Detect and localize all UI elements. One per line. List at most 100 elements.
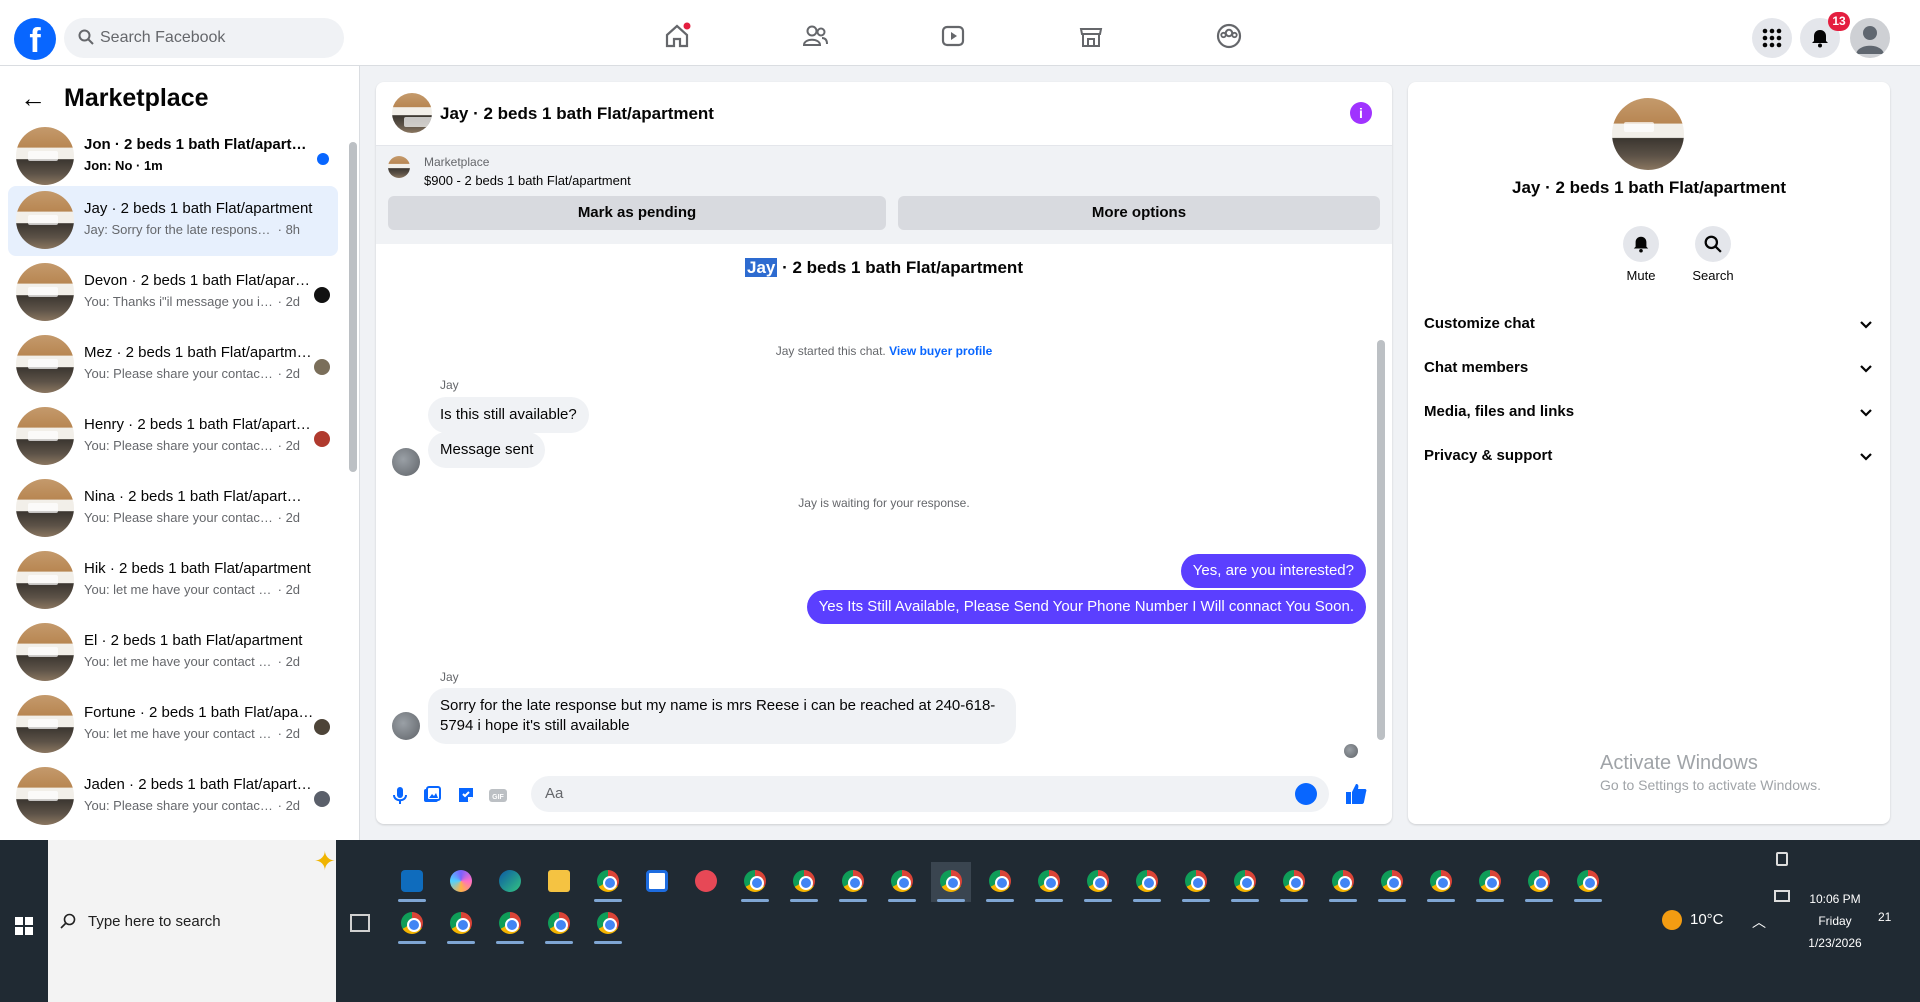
chrome-app-icon[interactable] [735, 862, 775, 902]
conversation-item[interactable]: El · 2 beds 1 bath Flat/apartment You: l… [8, 618, 338, 688]
home-icon[interactable] [663, 22, 691, 50]
chrome-app-icon[interactable] [1421, 862, 1461, 902]
notification-badge: 13 [1828, 12, 1850, 31]
conversation-preview: You: let me have your contact number · 2… [84, 654, 301, 669]
chrome-app-icon[interactable] [784, 862, 824, 902]
chrome-app-icon[interactable] [1078, 862, 1118, 902]
outgoing-message[interactable]: Yes Its Still Available, Please Send You… [806, 590, 1366, 624]
edge-app-icon[interactable] [490, 862, 530, 902]
conversation-item[interactable]: Mez · 2 beds 1 bath Flat/apartment You: … [8, 330, 338, 400]
listing-thumbnail [16, 407, 74, 465]
marketplace-icon[interactable] [1077, 22, 1105, 50]
mute-label: Mute [1626, 268, 1656, 283]
sender-avatar[interactable] [392, 712, 420, 740]
listing-thumbnail[interactable] [392, 93, 432, 133]
conversation-item[interactable]: Jon · 2 beds 1 bath Flat/apartment Jon: … [8, 122, 338, 192]
conversation-item[interactable]: Jaden · 2 beds 1 bath Flat/apartment You… [8, 762, 338, 832]
chrome-app-icon[interactable] [441, 904, 481, 944]
thumbs-up-icon[interactable] [1344, 782, 1368, 806]
chrome-app-icon[interactable] [490, 904, 530, 944]
listing-photo[interactable] [1612, 98, 1684, 170]
account-avatar[interactable] [1850, 18, 1890, 58]
message-input[interactable]: Aa [531, 776, 1329, 812]
conversation-item[interactable]: Henry · 2 beds 1 bath Flat/apartment You… [8, 402, 338, 472]
gif-icon[interactable]: GIF [487, 784, 509, 806]
chrome-app-icon[interactable] [1372, 862, 1412, 902]
system-clock[interactable]: 10:06 PM Friday 1/23/2026 [1800, 888, 1870, 954]
listing-price[interactable]: $900 - 2 beds 1 bath Flat/apartment [424, 173, 631, 188]
conversation-preview: You: Thanks i"il message you in a bit · … [84, 294, 301, 309]
facebook-logo[interactable]: f [14, 18, 56, 60]
chrome-app-icon[interactable] [539, 904, 579, 944]
chat-members-row[interactable]: Chat members [1424, 346, 1874, 390]
chevron-down-icon [1860, 365, 1872, 373]
menu-button[interactable] [1752, 18, 1792, 58]
view-buyer-profile-link[interactable]: View buyer profile [889, 344, 992, 358]
back-arrow-icon[interactable]: ← [20, 85, 46, 111]
media-files-links-row[interactable]: Media, files and links [1424, 390, 1874, 434]
chrome-app-icon[interactable] [1127, 862, 1167, 902]
incoming-message[interactable]: Sorry for the late response but my name … [428, 688, 1016, 744]
more-options-button[interactable]: More options [898, 196, 1380, 230]
conversation-list-scrollbar[interactable] [349, 130, 357, 832]
snipping-tool-app-icon[interactable] [686, 862, 726, 902]
chrome-app-icon[interactable] [1029, 862, 1069, 902]
chrome-app-icon[interactable] [1568, 862, 1608, 902]
incoming-message[interactable]: Is this still available? [428, 397, 589, 433]
chrome-app-icon[interactable] [1274, 862, 1314, 902]
chrome-app-icon[interactable] [588, 904, 628, 944]
chrome-app-icon[interactable] [1323, 862, 1363, 902]
conversation-name: Jay · 2 beds 1 bath Flat/apartment [84, 200, 313, 217]
photo-icon[interactable] [421, 784, 443, 806]
conversation-preview: You: let me have your contact number · 2… [84, 726, 301, 741]
conversation-item[interactable]: Nina · 2 beds 1 bath Flat/apartment You:… [8, 474, 338, 544]
video-icon[interactable] [939, 22, 967, 50]
chrome-app-icon[interactable] [1519, 862, 1559, 902]
conversation-item-selected[interactable]: Jay · 2 beds 1 bath Flat/apartment Jay: … [8, 186, 338, 256]
waiting-notice: Jay is waiting for your response. [798, 496, 970, 510]
chat-started-notice: Jay started this chat. View buyer profil… [775, 344, 993, 358]
task-view-icon[interactable] [350, 914, 370, 932]
outgoing-message[interactable]: Yes, are you interested? [1180, 554, 1366, 588]
chrome-app-icon[interactable] [392, 904, 432, 944]
friends-icon[interactable] [801, 22, 829, 50]
chrome-app-icon[interactable] [588, 862, 628, 902]
chat-title[interactable]: Jay · 2 beds 1 bath Flat/apartment [440, 104, 714, 124]
phone-link-icon[interactable] [1776, 852, 1788, 866]
sender-avatar[interactable] [392, 448, 420, 476]
copilot-app-icon[interactable] [441, 862, 481, 902]
conversation-item[interactable]: Devon · 2 beds 1 bath Flat/apartment You… [8, 258, 338, 328]
conversation-name: Jon · 2 beds 1 bath Flat/apartment [84, 136, 314, 153]
chrome-app-icon[interactable] [1225, 862, 1265, 902]
mute-button[interactable]: Mute [1611, 226, 1671, 283]
groups-icon[interactable] [1215, 22, 1243, 50]
notification-center-icon[interactable]: 21 [1878, 910, 1891, 924]
chrome-app-icon[interactable] [833, 862, 873, 902]
emoji-icon[interactable] [1295, 783, 1317, 805]
chrome-app-icon[interactable] [882, 862, 922, 902]
chrome-app-icon[interactable] [1176, 862, 1216, 902]
show-hidden-icons-chevron-icon[interactable]: ︿ [1752, 912, 1766, 932]
conversation-item[interactable]: Hik · 2 beds 1 bath Flat/apartment You: … [8, 546, 338, 616]
conversation-item[interactable]: Fortune · 2 beds 1 bath Flat/apartment Y… [8, 690, 338, 760]
taskbar-search-box[interactable]: Type here to search ✦ [48, 840, 336, 1002]
windows-start-icon[interactable] [14, 916, 34, 936]
weather-widget[interactable]: 10°C [1662, 910, 1724, 930]
customize-chat-row[interactable]: Customize chat [1424, 302, 1874, 346]
network-icon[interactable] [1774, 890, 1790, 902]
message-scrollbar[interactable] [1377, 250, 1385, 750]
chrome-app-icon[interactable] [980, 862, 1020, 902]
sticker-icon[interactable] [455, 784, 477, 806]
search-in-chat-button[interactable]: Search [1683, 226, 1743, 283]
incoming-message[interactable]: Message sent [428, 432, 546, 468]
search-facebook-input[interactable]: Search Facebook [64, 18, 344, 58]
chrome-app-icon-active[interactable] [931, 862, 971, 902]
outlook-app-icon[interactable] [392, 862, 432, 902]
info-icon[interactable]: i [1350, 102, 1372, 124]
privacy-support-row[interactable]: Privacy & support [1424, 434, 1874, 478]
chrome-app-icon[interactable] [1470, 862, 1510, 902]
mark-as-pending-button[interactable]: Mark as pending [388, 196, 886, 230]
file-explorer-app-icon[interactable] [539, 862, 579, 902]
microphone-icon[interactable] [389, 784, 411, 806]
store-app-icon[interactable] [637, 862, 677, 902]
